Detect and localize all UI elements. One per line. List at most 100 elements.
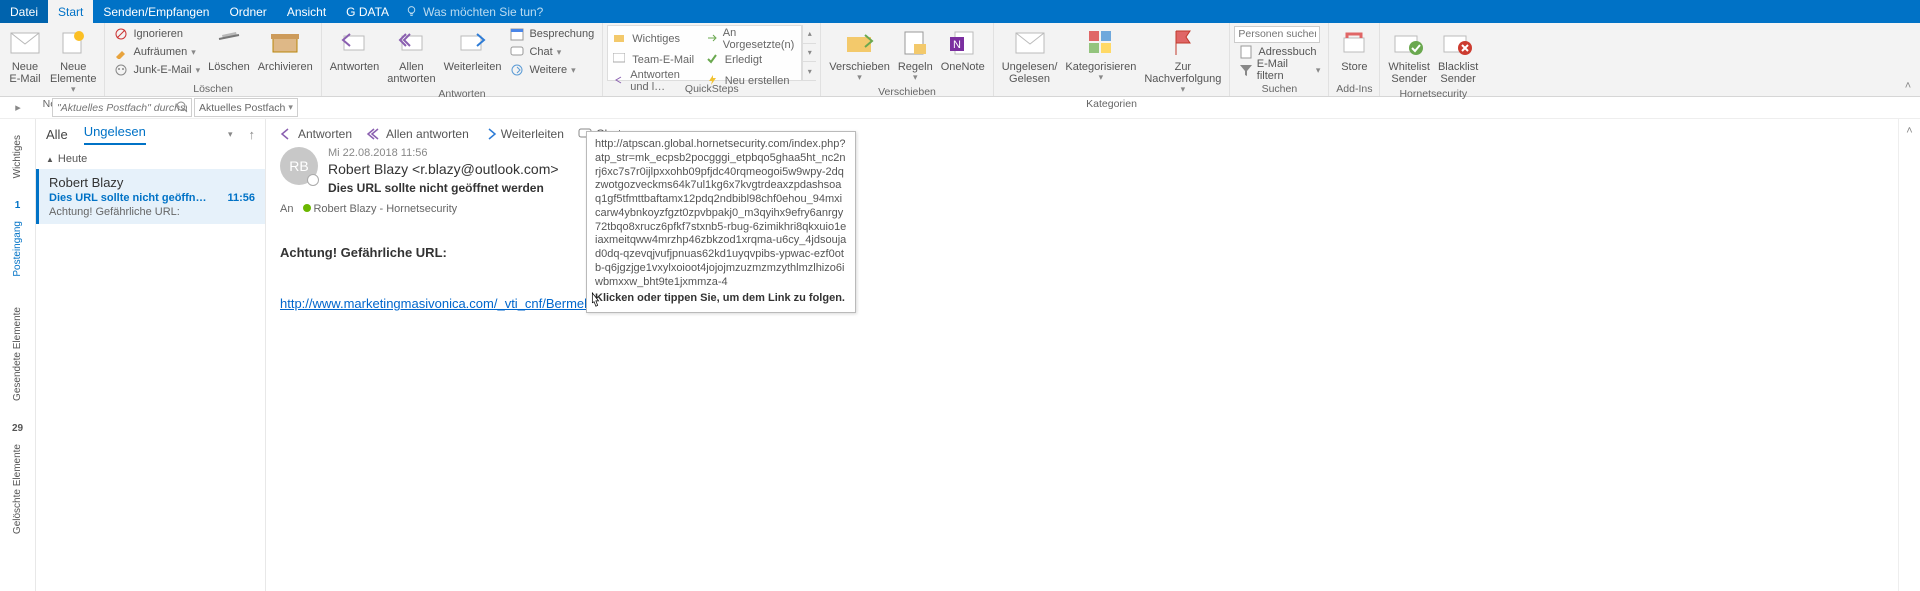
ignore-button[interactable]: Ignorieren: [109, 25, 204, 43]
meeting-button[interactable]: Besprechung: [505, 25, 598, 43]
tell-me-search[interactable]: Was möchten Sie tun?: [405, 0, 543, 23]
move-button[interactable]: Verschieben▾: [825, 25, 894, 85]
search-scope-dropdown[interactable]: Aktuelles Postfach ▾: [194, 98, 298, 117]
search-icon: [176, 101, 188, 116]
rail-sent[interactable]: Gesendete Elemente: [12, 297, 23, 411]
rail-inbox[interactable]: Posteingang: [12, 211, 23, 287]
ribbon-collapse-button[interactable]: ˄: [1896, 23, 1920, 96]
filter-button[interactable]: E-Mail filtern▾: [1234, 61, 1324, 79]
more-label: Weitere: [529, 64, 567, 76]
reply-button[interactable]: Antworten: [326, 25, 384, 75]
forward-icon: [483, 128, 497, 140]
date-group-today[interactable]: ▲Heute: [36, 149, 265, 169]
archive-icon: [269, 27, 301, 59]
forward-icon: [457, 27, 489, 59]
rail-toggle[interactable]: ▸: [0, 97, 36, 118]
reply-all-icon: [366, 128, 382, 140]
reply-all-button[interactable]: Allen antworten: [383, 25, 439, 87]
onenote-label: OneNote: [941, 61, 985, 73]
quicksteps-scroll[interactable]: ▴▾▾: [802, 25, 816, 81]
forward-button[interactable]: Weiterleiten: [440, 25, 506, 75]
inline-reply-all[interactable]: Allen antworten: [366, 127, 469, 141]
search-current-mailbox[interactable]: [52, 98, 192, 117]
ribbon-group-tags: Ungelesen/ Gelesen Kategorisieren▾ Zur N…: [994, 23, 1231, 96]
envelope-icon: [1014, 27, 1046, 59]
new-mail-label: Neue E-Mail: [9, 61, 40, 85]
svg-text:N: N: [953, 39, 961, 51]
junk-icon: [113, 62, 129, 78]
scope-label: Aktuelles Postfach: [199, 102, 285, 114]
menu-sendreceive[interactable]: Senden/Empfangen: [93, 0, 219, 23]
body-link[interactable]: http://www.marketingmasivonica.com/_vti_…: [280, 296, 612, 311]
group-label-hornet: Hornetsecurity: [1384, 87, 1482, 101]
inline-forward-label: Weiterleiten: [501, 127, 564, 141]
quicksteps-gallery[interactable]: Wichtiges An Vorgesetzte(n) Team-E-Mail …: [607, 25, 802, 81]
store-label: Store: [1341, 61, 1367, 73]
rules-button[interactable]: Regeln▾: [894, 25, 937, 85]
qs-done[interactable]: Erledigt: [701, 52, 802, 68]
reply-icon: [338, 27, 370, 59]
body-warning: Achtung! Gefährliche URL:: [280, 245, 1884, 260]
store-button[interactable]: Store: [1333, 25, 1375, 75]
ribbon-group-delete: Ignorieren Aufräumen▾ Junk-E-Mail▾ Lösch…: [105, 23, 321, 96]
qs-manager[interactable]: An Vorgesetzte(n): [701, 26, 802, 52]
inline-replyall-label: Allen antworten: [386, 127, 469, 141]
menu-file[interactable]: Datei: [0, 0, 48, 23]
list-filter-tabs: Alle Ungelesen ▾ ↑: [36, 119, 265, 149]
cleanup-button[interactable]: Aufräumen▾: [109, 43, 204, 61]
new-items-button[interactable]: Neue Elemente ▾: [46, 25, 100, 97]
people-search-input[interactable]: [1234, 26, 1320, 43]
move-folder-icon: [613, 32, 627, 46]
qs-label: Erledigt: [725, 54, 762, 66]
delete-button[interactable]: Löschen: [204, 25, 254, 75]
ribbon-group-move: Verschieben▾ Regeln▾ NOneNote Verschiebe…: [821, 23, 993, 96]
blacklist-button[interactable]: Blacklist Sender: [1434, 25, 1482, 87]
tab-unread[interactable]: Ungelesen: [84, 124, 146, 145]
inline-forward[interactable]: Weiterleiten: [483, 127, 564, 141]
junk-button[interactable]: Junk-E-Mail▾: [109, 61, 204, 79]
tab-all[interactable]: Alle: [46, 127, 68, 142]
followup-button[interactable]: Zur Nachverfolgung▾: [1140, 25, 1225, 97]
sort-menu[interactable]: ▾: [228, 129, 233, 140]
menu-gdata[interactable]: G DATA: [336, 0, 399, 23]
ribbon-group-hornet: Whitelist Sender Blacklist Sender Hornet…: [1380, 23, 1486, 96]
whitelist-label: Whitelist Sender: [1388, 61, 1430, 85]
date-label: Heute: [58, 153, 87, 165]
search-input[interactable]: [53, 102, 191, 114]
inline-reply[interactable]: Antworten: [280, 127, 352, 141]
message-subject: Dies URL sollte nicht geöffnet werden: [328, 181, 559, 195]
menu-start[interactable]: Start: [48, 0, 93, 23]
qs-team[interactable]: Team-E-Mail: [608, 52, 700, 68]
to-name: Robert Blazy - Hornetsecurity: [313, 203, 457, 215]
new-mail-button[interactable]: Neue E-Mail: [4, 25, 46, 87]
group-label-tags: Kategorien: [998, 97, 1226, 111]
sort-asc[interactable]: ↑: [249, 127, 256, 142]
archive-button[interactable]: Archivieren: [254, 25, 317, 75]
avatar: RB: [280, 147, 318, 185]
chat-button[interactable]: Chat▾: [505, 43, 598, 61]
group-label-addins: Add-Ins: [1333, 82, 1375, 96]
reply-label: Antworten: [330, 61, 380, 73]
new-items-icon: [57, 27, 89, 59]
categorize-button[interactable]: Kategorisieren▾: [1061, 25, 1140, 85]
blacklist-label: Blacklist Sender: [1438, 61, 1478, 85]
group-label-respond: Antworten: [326, 87, 599, 101]
unread-button[interactable]: Ungelesen/ Gelesen: [998, 25, 1062, 87]
message-item[interactable]: Robert Blazy Dies URL sollte nicht geöff…: [36, 169, 265, 224]
collapse-right-pane[interactable]: ˄: [1898, 119, 1920, 591]
menu-folder[interactable]: Ordner: [219, 0, 276, 23]
rules-icon: [899, 27, 931, 59]
message-list-pane: Alle Ungelesen ▾ ↑ ▲Heute Robert Blazy D…: [36, 119, 266, 591]
menu-view[interactable]: Ansicht: [277, 0, 336, 23]
tooltip-url: http://atpscan.global.hornetsecurity.com…: [595, 138, 847, 289]
whitelist-button[interactable]: Whitelist Sender: [1384, 25, 1434, 87]
funnel-icon: [1238, 62, 1252, 78]
rail-important[interactable]: Wichtiges: [12, 125, 23, 188]
more-respond-button[interactable]: Weitere▾: [505, 61, 598, 79]
ribbon-group-new: Neue E-Mail Neue Elemente ▾ Neu: [0, 23, 105, 96]
rail-deleted[interactable]: Gelöschte Elemente: [12, 434, 23, 544]
onenote-button[interactable]: N OneNote: [937, 25, 989, 75]
group-label-delete: Löschen: [109, 82, 316, 96]
ribbon: Neue E-Mail Neue Elemente ▾ Neu Ignorier…: [0, 23, 1920, 97]
qs-important[interactable]: Wichtiges: [608, 26, 700, 52]
